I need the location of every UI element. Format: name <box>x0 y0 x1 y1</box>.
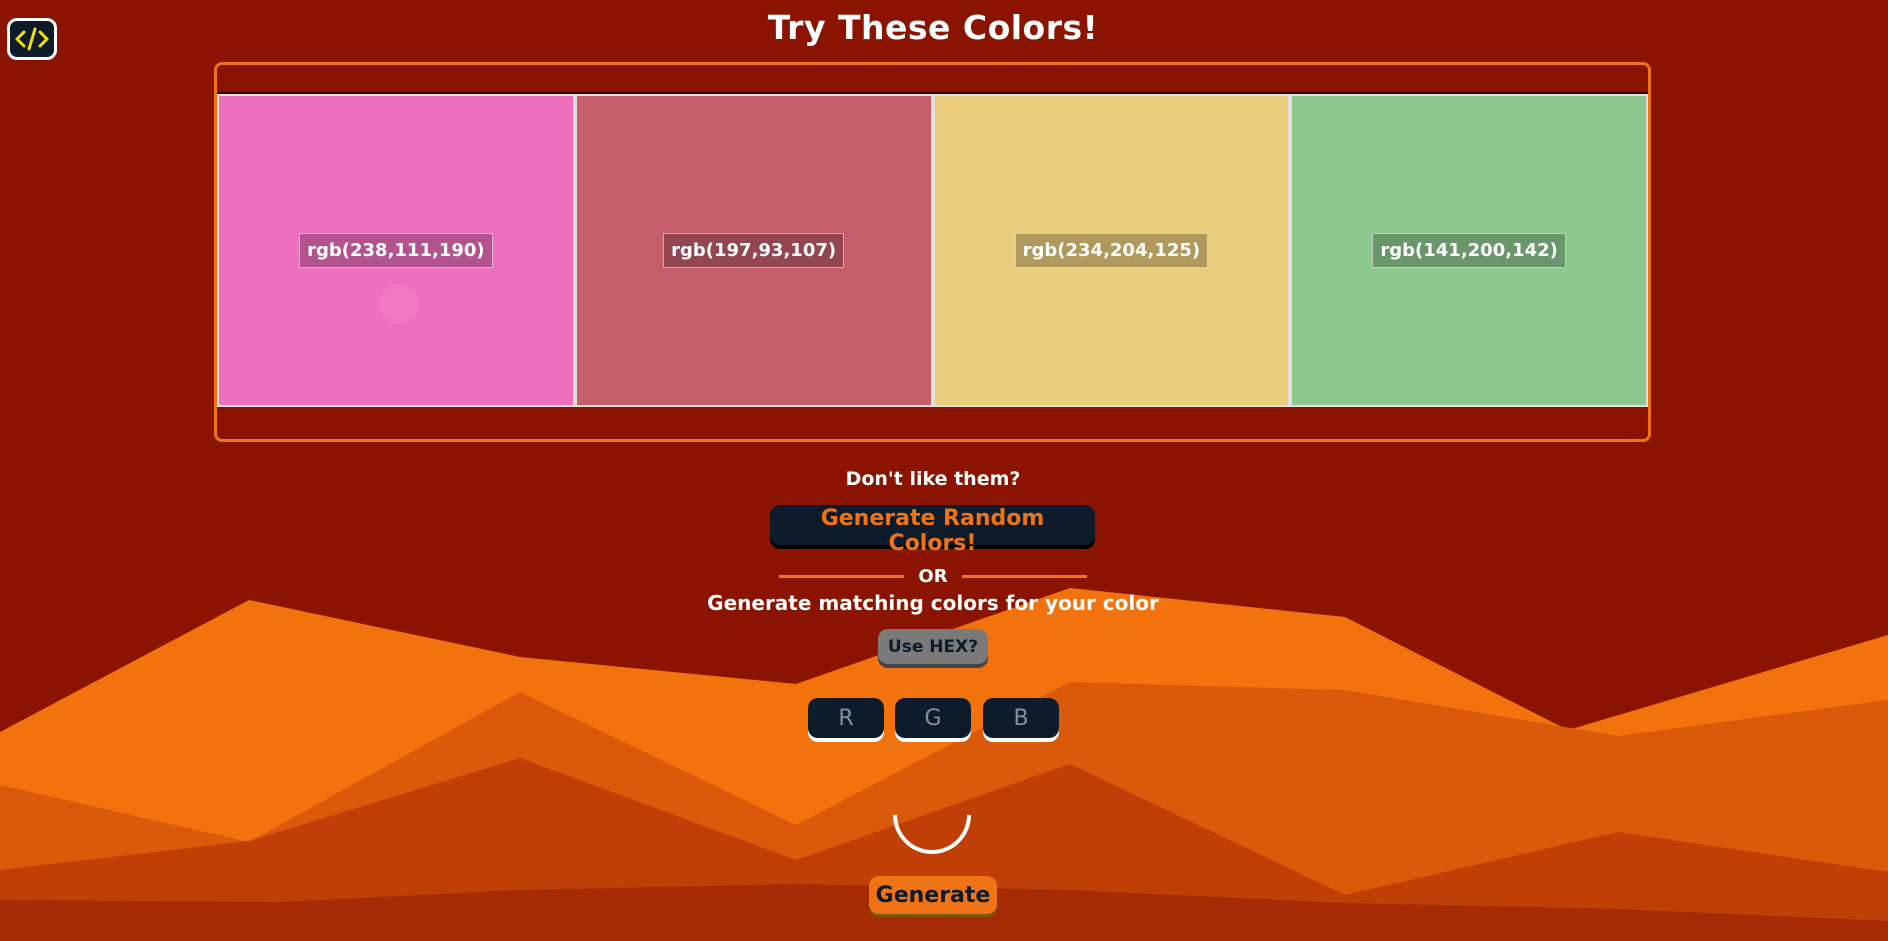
green-input[interactable] <box>895 698 971 738</box>
swatch-label: rgb(238,111,190) <box>299 233 493 268</box>
dislike-prompt: Don't like them? <box>845 468 1021 490</box>
use-hex-toggle[interactable]: Use HEX? <box>878 629 988 664</box>
color-swatch[interactable]: rgb(234,204,125) <box>932 94 1291 407</box>
generate-button[interactable]: Generate <box>869 876 997 914</box>
red-input[interactable] <box>808 698 884 738</box>
match-instructions: Generate matching colors for your color <box>707 591 1159 615</box>
or-divider: OR <box>0 566 1866 587</box>
swatch-label: rgb(234,204,125) <box>1014 233 1209 268</box>
swatch-label: rgb(141,200,142) <box>1372 233 1566 268</box>
color-swatch[interactable]: rgb(141,200,142) <box>1290 94 1648 407</box>
swatch-row: rgb(238,111,190) rgb(197,93,107) rgb(234… <box>217 92 1648 407</box>
or-label: OR <box>918 566 948 587</box>
blue-input[interactable] <box>983 698 1059 738</box>
copy-icon <box>379 284 419 324</box>
color-swatch[interactable]: rgb(238,111,190) <box>217 94 575 407</box>
page-title: Try These Colors! <box>767 8 1099 47</box>
color-palette: rgb(238,111,190) rgb(197,93,107) rgb(234… <box>214 62 1651 442</box>
swatch-label: rgb(197,93,107) <box>663 233 845 268</box>
color-swatch[interactable]: rgb(197,93,107) <box>574 94 933 407</box>
divider-line <box>779 575 905 578</box>
generate-random-button[interactable]: Generate Random Colors! <box>770 505 1095 556</box>
divider-line <box>961 575 1087 578</box>
